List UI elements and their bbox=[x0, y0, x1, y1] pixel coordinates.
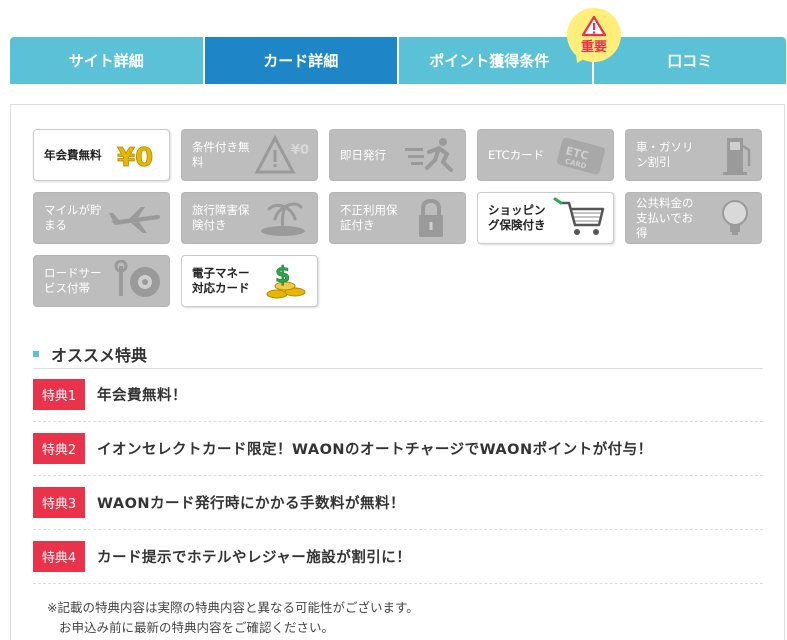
svg-text:¥0: ¥0 bbox=[291, 143, 309, 158]
disclaimer-line: ※記載の特典内容は実際の特典内容と異なる可能性がございます。 bbox=[47, 600, 419, 615]
wrench-tire-icon bbox=[114, 260, 160, 297]
disclaimer-note: ※記載の特典内容は実際の特典内容と異なる可能性がございます。 お申込み前に最新の… bbox=[47, 598, 419, 638]
benefit-text: イオンセレクトカード限定！WAONのオートチャージでWAONポイントが付与！ bbox=[97, 442, 653, 458]
money-coins-icon: $ bbox=[266, 263, 306, 299]
running-person-icon bbox=[405, 138, 453, 172]
warning-icon bbox=[581, 15, 607, 37]
tab-label: カード詳細 bbox=[263, 52, 339, 70]
benefit-text: WAONカード発行時にかかる手数料が無料！ bbox=[97, 496, 406, 512]
feature-annual-fee-free: 年会費無料 ¥0 bbox=[33, 129, 170, 181]
benefit-text: カード提示でホテルやレジャー施設が割引に！ bbox=[97, 550, 412, 566]
feature-e-money: 電子マネー対応カード $ bbox=[181, 255, 318, 307]
tab-site-details[interactable]: サイト詳細 bbox=[10, 37, 203, 84]
tab-label: ポイント獲得条件 bbox=[429, 52, 550, 70]
feature-etc-card: ETCカード ETC CARD bbox=[477, 129, 614, 181]
etc-card-icon: ETC CARD bbox=[557, 137, 605, 175]
card-details-panel: 年会費無料 ¥0 条件付き無料 ¥0 即日発行 ETCカード ETC CARD … bbox=[10, 104, 785, 640]
feature-miles: マイルが貯まる bbox=[33, 192, 170, 244]
feature-label: ETCカード bbox=[488, 147, 545, 162]
benefit-tag: 特典1 bbox=[33, 379, 85, 410]
feature-conditional-free: 条件付き無料 ¥0 bbox=[181, 129, 318, 181]
benefit-item: 特典1 年会費無料！ bbox=[33, 368, 763, 422]
svg-text:$: $ bbox=[275, 263, 290, 288]
benefit-item: 特典4 カード提示でホテルやレジャー施設が割引に！ bbox=[33, 530, 763, 584]
tab-bar: サイト詳細 カード詳細 ポイント獲得条件 口コミ bbox=[10, 37, 786, 84]
feature-label: 条件付き無料 bbox=[192, 140, 250, 169]
feature-label: 不正利用保証付き bbox=[340, 203, 398, 232]
feature-utility-payment: 公共料金の支払いでお得 bbox=[625, 192, 762, 244]
benefit-item: 特典2 イオンセレクトカード限定！WAONのオートチャージでWAONポイントが付… bbox=[33, 422, 763, 476]
feature-label: 電子マネー対応カード bbox=[192, 266, 250, 295]
gas-pump-icon bbox=[723, 138, 751, 175]
benefit-tag: 特典2 bbox=[33, 433, 85, 464]
warning-icon: ¥0 bbox=[255, 134, 309, 174]
tab-point-conditions[interactable]: ポイント獲得条件 bbox=[399, 37, 592, 84]
feature-shopping-insurance: ショッピング保険付き bbox=[477, 192, 614, 244]
feature-label: ロードサービス付帯 bbox=[44, 266, 102, 295]
heading-marker bbox=[33, 350, 39, 357]
feature-fraud-protection: 不正利用保証付き bbox=[329, 192, 466, 244]
shopping-cart-icon bbox=[553, 197, 605, 235]
tab-reviews[interactable]: 口コミ bbox=[593, 37, 786, 84]
feature-road-service: ロードサービス付帯 bbox=[33, 255, 170, 307]
padlock-icon bbox=[419, 198, 443, 237]
important-badge: 重要 bbox=[567, 8, 621, 62]
feature-label: 公共料金の支払いでお得 bbox=[636, 195, 694, 240]
recommended-benefits-heading: オススメ特典 bbox=[33, 339, 763, 369]
airplane-icon bbox=[109, 207, 161, 233]
benefit-tag: 特典4 bbox=[33, 541, 85, 572]
feature-label: 即日発行 bbox=[340, 147, 386, 162]
tab-label: 口コミ bbox=[667, 52, 713, 70]
disclaimer-line: お申込み前に最新の特典内容をご確認ください。 bbox=[59, 620, 335, 635]
badge-label: 重要 bbox=[580, 40, 607, 55]
benefit-item: 特典3 WAONカード発行時にかかる手数料が無料！ bbox=[33, 476, 763, 530]
tab-label: サイト詳細 bbox=[68, 52, 144, 70]
feature-label: ショッピング保険付き bbox=[488, 203, 546, 232]
svg-text:¥0: ¥0 bbox=[117, 143, 153, 173]
feature-travel-insurance: 旅行障害保険付き bbox=[181, 192, 318, 244]
feature-label: 車・ガソリン割引 bbox=[636, 140, 694, 169]
feature-label: 旅行障害保険付き bbox=[192, 203, 250, 232]
tab-card-details[interactable]: カード詳細 bbox=[204, 37, 397, 84]
lightbulb-icon bbox=[722, 200, 748, 235]
feature-same-day-issue: 即日発行 bbox=[329, 129, 466, 181]
heading-text: オススメ特典 bbox=[51, 345, 148, 365]
benefit-text: 年会費無料！ bbox=[97, 388, 187, 404]
palm-island-icon bbox=[261, 202, 305, 236]
feature-label: マイルが貯まる bbox=[44, 203, 102, 232]
feature-label: 年会費無料 bbox=[44, 147, 102, 162]
benefit-tag: 特典3 bbox=[33, 487, 85, 518]
feature-car-gasoline-discount: 車・ガソリン割引 bbox=[625, 129, 762, 181]
yen-zero-icon: ¥0 bbox=[117, 143, 154, 174]
